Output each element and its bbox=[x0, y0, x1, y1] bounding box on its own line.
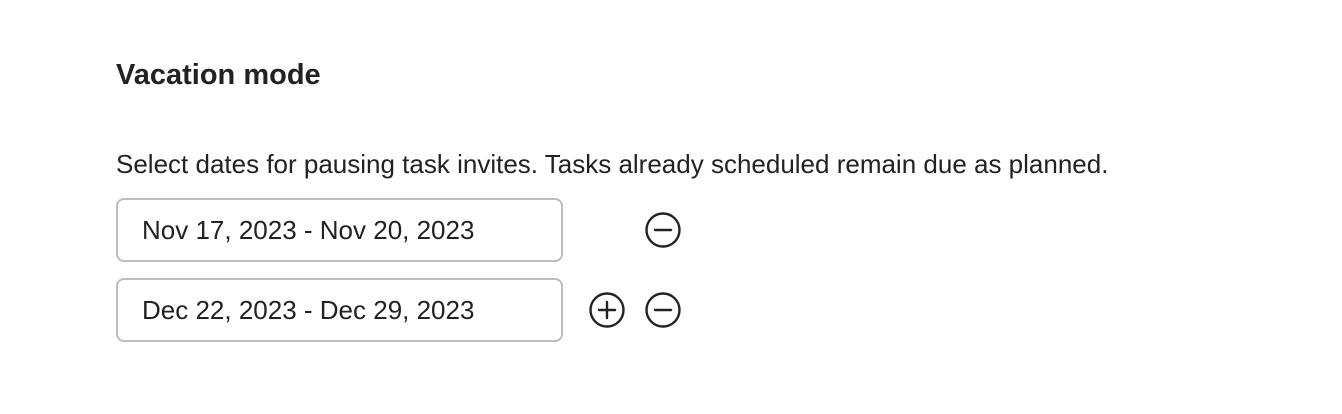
section-title: Vacation mode bbox=[116, 59, 321, 91]
date-range-input[interactable] bbox=[116, 198, 563, 262]
date-range-input[interactable] bbox=[116, 278, 563, 342]
minus-circle-icon bbox=[645, 292, 681, 328]
minus-circle-icon bbox=[645, 212, 681, 248]
plus-circle-icon bbox=[589, 292, 625, 328]
date-range-actions bbox=[585, 278, 705, 342]
date-range-actions bbox=[585, 198, 705, 262]
remove-range-button[interactable] bbox=[644, 211, 682, 249]
add-range-button[interactable] bbox=[588, 291, 626, 329]
date-range-row bbox=[116, 278, 1296, 342]
date-range-row bbox=[116, 198, 1296, 262]
remove-range-button[interactable] bbox=[644, 291, 682, 329]
section-description: Select dates for pausing task invites. T… bbox=[116, 149, 1109, 179]
date-range-list bbox=[116, 198, 1296, 342]
vacation-mode-panel: Vacation mode Select dates for pausing t… bbox=[116, 56, 1296, 342]
